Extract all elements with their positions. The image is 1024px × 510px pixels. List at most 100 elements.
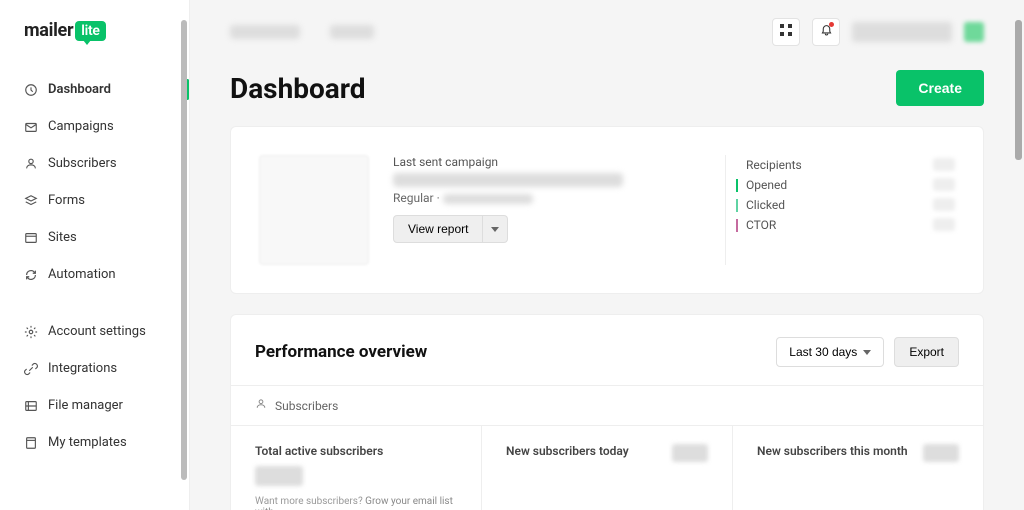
campaign-meta: Regular · (393, 191, 701, 205)
stat-row-clicked: Clicked (736, 195, 955, 215)
brand-logo[interactable]: mailer lite (0, 20, 189, 41)
create-button[interactable]: Create (896, 70, 984, 106)
stat-label: Clicked (746, 198, 785, 212)
report-button-group: View report (393, 215, 701, 243)
main-content: Dashboard Create Last sent campaign Regu… (190, 0, 1024, 510)
metric-value-redacted (923, 444, 959, 462)
redacted-crumb-2 (330, 25, 374, 39)
sidebar-item-label: Campaigns (48, 119, 114, 134)
clock-icon (24, 83, 38, 97)
view-report-button[interactable]: View report (393, 215, 483, 243)
sidebar-item-label: Subscribers (48, 156, 117, 171)
stat-value-redacted (933, 178, 955, 191)
stat-value-redacted (933, 198, 955, 211)
metric-label: New subscribers today (506, 444, 629, 458)
chevron-down-icon (863, 350, 871, 355)
redacted-date (443, 194, 533, 204)
sidebar: mailer lite Dashboard Campaigns Subscrib… (0, 0, 190, 510)
metric-new-today: New subscribers today (482, 426, 733, 510)
performance-tab-label: Subscribers (275, 399, 338, 413)
sidebar-item-label: Account settings (48, 324, 146, 339)
sidebar-item-label: Integrations (48, 361, 117, 376)
page-header: Dashboard Create (190, 66, 1024, 126)
sidebar-item-automation[interactable]: Automation (0, 256, 189, 293)
notifications-button[interactable] (812, 18, 840, 46)
sidebar-item-my-templates[interactable]: My templates (0, 424, 189, 461)
notification-dot-icon (829, 22, 834, 27)
sidebar-item-account-settings[interactable]: Account settings (0, 313, 189, 350)
redacted-account[interactable] (852, 22, 952, 42)
stat-row-ctor: CTOR (736, 215, 955, 235)
stat-label: CTOR (746, 218, 776, 232)
performance-header: Performance overview Last 30 days Export (231, 315, 983, 385)
metrics-row: Total active subscribers Want more subsc… (231, 425, 983, 510)
metric-total-active: Total active subscribers Want more subsc… (231, 426, 482, 510)
grid-icon (780, 24, 792, 40)
folder-icon (24, 399, 38, 413)
performance-card: Performance overview Last 30 days Export… (230, 314, 984, 510)
topbar-right (772, 18, 984, 46)
campaign-type: Regular (393, 191, 434, 205)
last-campaign-card: Last sent campaign Regular · View report… (230, 126, 984, 294)
apps-button[interactable] (772, 18, 800, 46)
redacted-campaign-title (393, 173, 623, 187)
stat-value-redacted (933, 218, 955, 231)
brand-badge: lite (75, 21, 105, 41)
performance-controls: Last 30 days Export (776, 337, 959, 367)
main-scrollbar[interactable] (1015, 20, 1022, 160)
refresh-icon (24, 268, 38, 282)
nav-secondary: Account settings Integrations File manag… (0, 313, 189, 461)
sidebar-item-label: Forms (48, 193, 85, 208)
redacted-crumb-1 (230, 25, 300, 39)
campaign-thumbnail[interactable] (259, 155, 369, 265)
metric-new-month: New subscribers this month (733, 426, 983, 510)
sidebar-item-forms[interactable]: Forms (0, 182, 189, 219)
user-icon (255, 398, 267, 413)
sidebar-item-label: Automation (48, 267, 116, 282)
dot-separator: · (437, 191, 443, 205)
link-icon (24, 362, 38, 376)
sidebar-item-label: File manager (48, 398, 123, 413)
date-range-button[interactable]: Last 30 days (776, 337, 884, 367)
stat-label: Opened (746, 178, 787, 192)
campaign-section-label: Last sent campaign (393, 155, 701, 169)
topbar (190, 0, 1024, 66)
page-title: Dashboard (230, 72, 366, 105)
date-range-label: Last 30 days (789, 345, 857, 359)
sidebar-item-campaigns[interactable]: Campaigns (0, 108, 189, 145)
hint-prefix: Want more subscribers? (255, 496, 363, 507)
site-icon (24, 231, 38, 245)
sidebar-item-sites[interactable]: Sites (0, 219, 189, 256)
metric-value-redacted (255, 466, 303, 486)
sidebar-item-file-manager[interactable]: File manager (0, 387, 189, 424)
topbar-left (230, 25, 374, 39)
metric-label: New subscribers this month (757, 444, 908, 458)
stat-label: Recipients (746, 158, 802, 172)
view-report-dropdown[interactable] (483, 215, 508, 243)
layers-icon (24, 194, 38, 208)
sidebar-scrollbar[interactable] (181, 20, 187, 480)
performance-title: Performance overview (255, 342, 427, 362)
sidebar-item-label: Dashboard (48, 82, 111, 97)
export-button[interactable]: Export (894, 337, 959, 367)
sidebar-item-dashboard[interactable]: Dashboard (0, 71, 189, 108)
brand-name: mailer (24, 20, 73, 41)
user-icon (24, 157, 38, 171)
mail-icon (24, 120, 38, 134)
stat-value-redacted (933, 158, 955, 171)
template-icon (24, 436, 38, 450)
sidebar-item-integrations[interactable]: Integrations (0, 350, 189, 387)
chevron-down-icon (491, 227, 499, 232)
avatar[interactable] (964, 22, 984, 42)
stat-row-recipients: Recipients (736, 155, 955, 175)
performance-tab[interactable]: Subscribers (231, 385, 983, 425)
sidebar-item-subscribers[interactable]: Subscribers (0, 145, 189, 182)
gear-icon (24, 325, 38, 339)
campaign-info: Last sent campaign Regular · View report (393, 155, 701, 265)
metric-value-redacted (672, 444, 708, 462)
nav-main: Dashboard Campaigns Subscribers Forms Si… (0, 71, 189, 293)
sidebar-item-label: Sites (48, 230, 77, 245)
metric-label: Total active subscribers (255, 444, 457, 458)
metric-hint: Want more subscribers? Grow your email l… (255, 496, 457, 510)
stat-row-opened: Opened (736, 175, 955, 195)
